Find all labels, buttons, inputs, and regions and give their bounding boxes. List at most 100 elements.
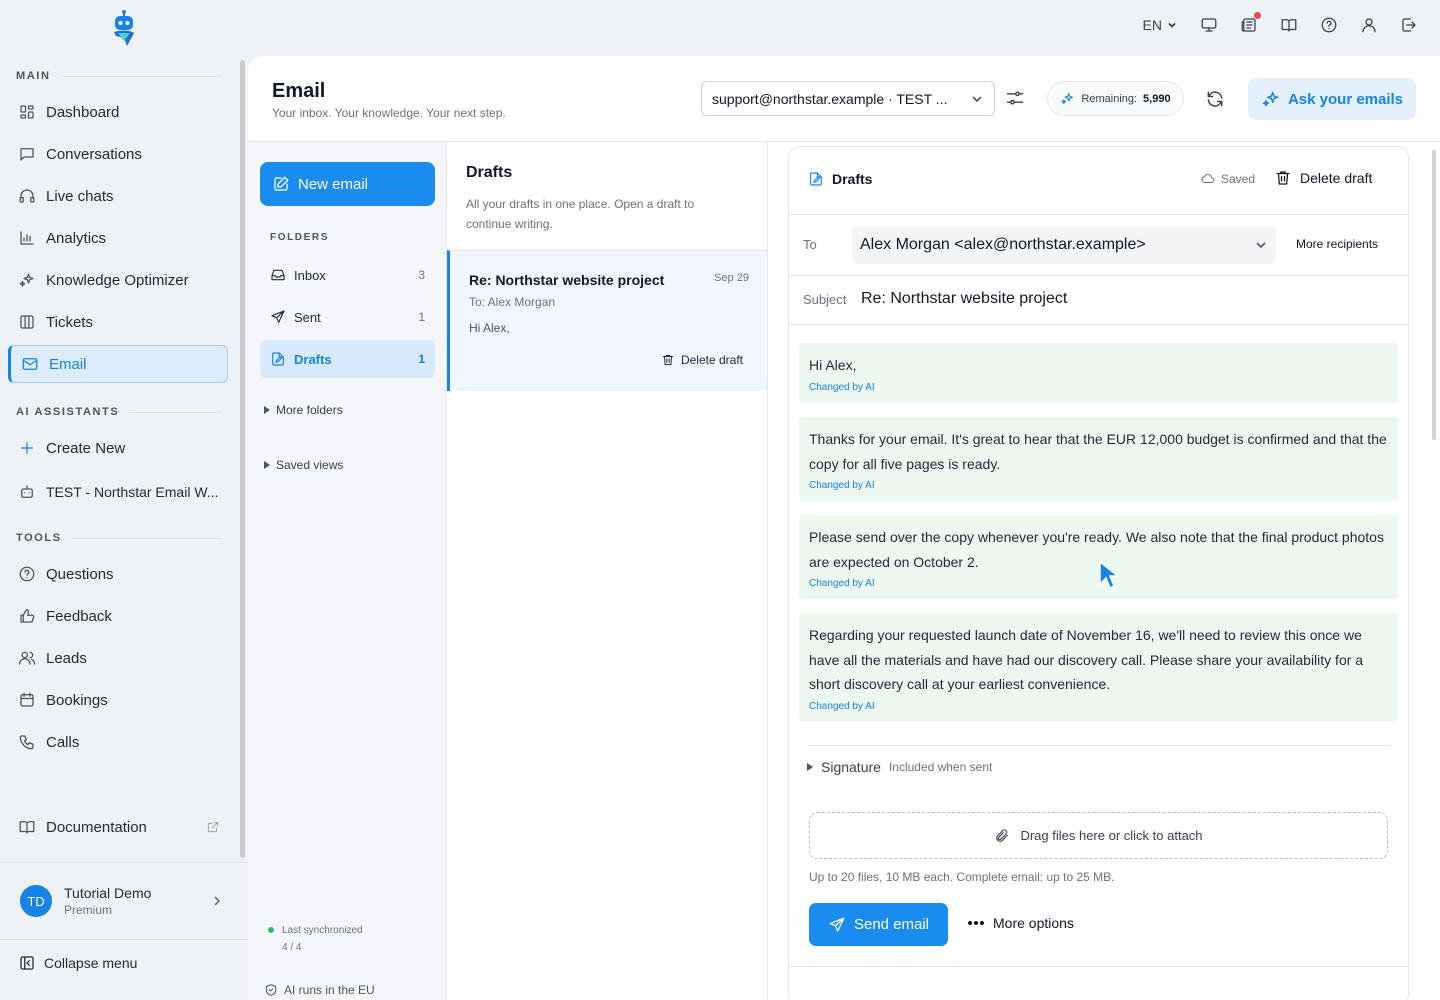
sidebar-item-label: Live chats <box>46 187 114 205</box>
sidebar-item-label: Documentation <box>46 818 147 836</box>
send-icon <box>828 916 846 934</box>
book-open-icon[interactable] <box>1280 16 1298 34</box>
sparkles-icon <box>1060 91 1075 106</box>
top-bar: EN <box>0 0 1440 56</box>
news-icon[interactable] <box>1240 12 1261 34</box>
body-paragraph[interactable]: Regarding your requested launch date of … <box>799 613 1398 721</box>
section-main: MAIN <box>16 70 222 82</box>
sidebar-item-tickets[interactable]: Tickets <box>8 303 228 341</box>
more-folders-label: More folders <box>276 403 343 417</box>
folder-drafts[interactable]: Drafts 1 <box>260 340 435 378</box>
remaining-credits: Remaining: 5,990 <box>1047 81 1184 116</box>
page-subtitle: Your inbox. Your knowledge. Your next st… <box>272 106 506 120</box>
user-icon[interactable] <box>1360 16 1378 34</box>
signature-toggle[interactable]: Signature Included when sent <box>807 759 992 775</box>
delete-draft-button[interactable]: Delete draft <box>1274 169 1372 187</box>
sidebar-item-email[interactable]: Email <box>8 345 228 383</box>
sparkles-icon <box>18 271 36 289</box>
account-select[interactable]: support@northstar.example · TEST ... <box>701 81 995 116</box>
body-paragraph[interactable]: Thanks for your email. It's great to hea… <box>799 417 1398 501</box>
logout-icon[interactable] <box>1400 16 1418 34</box>
attachment-dropzone[interactable]: Drag files here or click to attach <box>809 812 1388 859</box>
language-select[interactable]: EN <box>1143 17 1178 33</box>
chart-icon <box>18 229 36 247</box>
sidebar-collapse-icon <box>18 954 36 972</box>
folder-sent[interactable]: Sent 1 <box>260 298 435 336</box>
sidebar-item-label: Email <box>49 355 87 373</box>
draft-subject: Re: Northstar website project <box>469 272 665 288</box>
ai-eu-note: AI runs in the EU <box>264 983 375 997</box>
delete-draft-label: Delete draft <box>1300 170 1373 186</box>
attachment-limits: Up to 20 files, 10 MB each. Complete ema… <box>809 870 1115 884</box>
sidebar-item-live-chats[interactable]: Live chats <box>8 177 228 215</box>
sidebar-item-label: Analytics <box>46 229 107 247</box>
delete-draft-button[interactable]: Delete draft <box>661 353 743 367</box>
draft-icon <box>270 351 286 367</box>
attach-label: Drag files here or click to attach <box>1020 828 1203 843</box>
to-field[interactable]: Alex Morgan <alex@northstar.example> <box>852 226 1276 264</box>
shield-check-icon <box>264 983 278 997</box>
ask-your-emails-button[interactable]: Ask your emails <box>1248 78 1416 120</box>
refresh-icon[interactable] <box>1205 89 1225 109</box>
more-recipients-button[interactable]: More recipients <box>1296 237 1378 251</box>
collapse-menu-button[interactable]: Collapse menu <box>18 954 137 972</box>
help-icon[interactable] <box>1320 16 1338 34</box>
user-profile-card[interactable]: TD Tutorial Demo Premium <box>0 862 248 940</box>
subject-row: Subject Re: Northstar website project <box>789 276 1408 325</box>
saved-views-toggle[interactable]: Saved views <box>264 458 343 472</box>
send-email-button[interactable]: Send email <box>809 903 948 946</box>
logo[interactable] <box>110 10 138 46</box>
user-plan: Premium <box>64 903 113 917</box>
sidebar-item-leads[interactable]: Leads <box>8 639 228 677</box>
to-label: To <box>803 237 817 252</box>
trash-icon <box>1274 169 1292 187</box>
sidebar-item-dashboard[interactable]: Dashboard <box>8 93 228 131</box>
caret-right-icon <box>264 406 270 414</box>
ask-button-label: Ask your emails <box>1287 90 1404 108</box>
more-folders-toggle[interactable]: More folders <box>264 403 343 417</box>
sidebar-item-label: Knowledge Optimizer <box>46 271 189 289</box>
sidebar-item-conversations[interactable]: Conversations <box>8 135 228 173</box>
monitor-icon[interactable] <box>1200 16 1218 34</box>
sync-status: Last synchronized 4 / 4 <box>268 922 363 956</box>
main-panel: Email Your inbox. Your knowledge. Your n… <box>248 56 1440 1000</box>
sidebar-item-assistant[interactable]: TEST - Northstar Email W... <box>8 473 228 511</box>
language-label: EN <box>1142 17 1162 33</box>
more-options-button[interactable]: More options <box>967 915 1074 931</box>
ai-change-tag: Changed by AI <box>809 480 875 491</box>
sidebar-scrollbar[interactable] <box>240 60 245 858</box>
trash-icon <box>661 353 675 367</box>
folder-inbox[interactable]: Inbox 3 <box>260 256 435 294</box>
list-item[interactable]: Re: Northstar website project Sep 29 To:… <box>447 250 767 391</box>
caret-right-icon <box>264 461 270 469</box>
columns-icon <box>18 313 36 331</box>
sidebar-item-label: TEST - Northstar Email W... <box>46 484 219 500</box>
phone-icon <box>18 733 36 751</box>
ai-change-tag: Changed by AI <box>809 700 875 712</box>
sidebar-item-documentation[interactable]: Documentation <box>8 808 228 846</box>
editor-scrollbar[interactable] <box>1432 150 1436 440</box>
paragraph-text: Regarding your requested launch date of … <box>809 627 1364 692</box>
caret-right-icon <box>807 763 813 771</box>
sidebar-item-label: Tickets <box>46 313 93 331</box>
thumbs-up-icon <box>18 607 36 625</box>
folder-count: 1 <box>418 310 425 324</box>
sidebar-item-create-new[interactable]: Create New <box>8 429 228 467</box>
sidebar-item-knowledge-optimizer[interactable]: Knowledge Optimizer <box>8 261 228 299</box>
users-icon <box>18 649 36 667</box>
editor-header: Drafts Saved Delete draft <box>789 147 1408 215</box>
sidebar-item-bookings[interactable]: Bookings <box>8 681 228 719</box>
to-value: Alex Morgan <alex@northstar.example> <box>860 236 1146 253</box>
new-email-button[interactable]: New email <box>260 162 435 206</box>
subject-field[interactable]: Re: Northstar website project <box>861 290 1067 308</box>
filter-settings-icon[interactable] <box>1005 88 1025 108</box>
sidebar-item-calls[interactable]: Calls <box>8 723 228 761</box>
sidebar-item-feedback[interactable]: Feedback <box>8 597 228 635</box>
headset-icon <box>18 187 36 205</box>
sidebar-item-analytics[interactable]: Analytics <box>8 219 228 257</box>
folder-label: Drafts <box>294 351 332 367</box>
divider <box>789 966 1408 967</box>
dashboard-icon <box>18 103 36 121</box>
sidebar-item-questions[interactable]: Questions <box>8 555 228 593</box>
body-paragraph[interactable]: Hi Alex, Changed by AI <box>799 343 1398 403</box>
